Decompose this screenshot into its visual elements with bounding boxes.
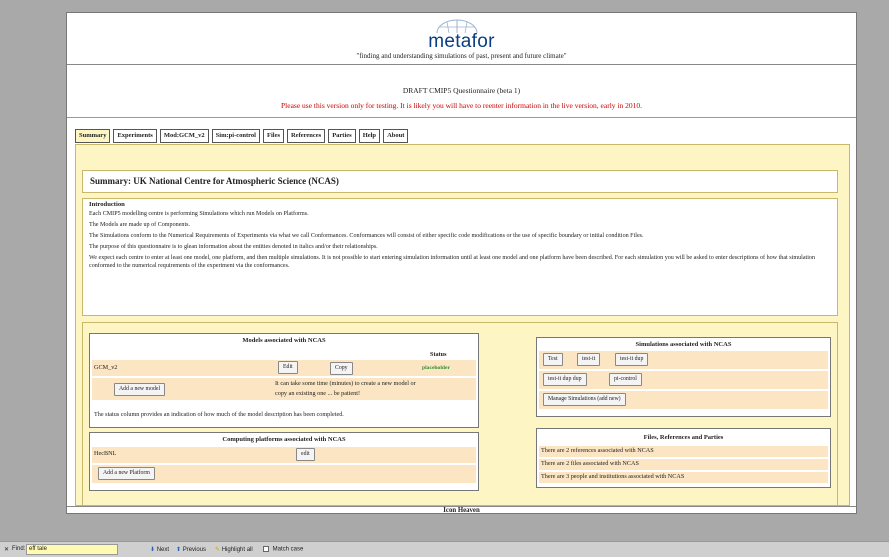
- list-item: There are 2 references associated with N…: [539, 446, 828, 457]
- entities-section: Models associated with NCAS Status GCM_v…: [82, 322, 838, 506]
- logo-text: metafor: [428, 31, 495, 52]
- page-footer: Icon Heaven: [67, 506, 856, 515]
- platforms-title: Computing platforms associated with NCAS: [222, 436, 346, 443]
- status-column-header: Status: [430, 351, 447, 358]
- list-item: Manage Simulations (add new): [539, 391, 828, 409]
- intro-paragraph: The purpose of this questionnaire is to …: [89, 244, 378, 250]
- status-note: The status column provides an indication…: [94, 411, 344, 418]
- next-label: Next: [156, 547, 170, 553]
- page-container: metafor "finding and understanding simul…: [66, 12, 857, 514]
- draft-title: DRAFT CMIP5 Questionnaire (beta 1): [402, 86, 521, 95]
- summary-heading-box: Summary: UK National Centre for Atmosphe…: [82, 170, 838, 193]
- tab-parties[interactable]: Parties: [328, 129, 356, 143]
- match-case-checkbox[interactable]: Match case: [263, 546, 303, 553]
- add-platform-button[interactable]: Add a new Platform: [98, 467, 155, 480]
- list-item: There are 2 files associated with NCAS: [539, 459, 828, 470]
- files-refs-parties-box: Files, References and Parties There are …: [536, 428, 831, 488]
- close-find-icon[interactable]: ✕: [4, 546, 9, 553]
- tab-help[interactable]: Help: [358, 129, 381, 143]
- list-item: There are 3 people and institutions asso…: [539, 472, 828, 483]
- tab-bar: Summary Experiments Mod:GCM_v2 Sim:pi-co…: [75, 129, 409, 143]
- table-row: Add a new model It can take some time (m…: [92, 378, 476, 400]
- models-box: Models associated with NCAS Status GCM_v…: [89, 333, 479, 428]
- table-row: Add a new Platform: [92, 465, 476, 483]
- model-name[interactable]: GCM_v2: [94, 364, 117, 371]
- arrow-up-icon: ⬆: [176, 547, 182, 553]
- references-count-link[interactable]: There are 2 references associated with N…: [541, 447, 654, 454]
- wait-note: copy an existing one ... be patient!: [275, 390, 361, 397]
- highlight-label: Highlight all: [221, 547, 253, 553]
- simulation-test-it-dup-dup-button[interactable]: test-it dup dup: [543, 373, 587, 386]
- find-previous-button[interactable]: ⬆ Previous: [176, 546, 206, 553]
- simulation-test-it-dup-button[interactable]: test-it dup: [615, 353, 649, 366]
- add-model-button[interactable]: Add a new model: [114, 383, 166, 396]
- arrow-down-icon: ⬇: [150, 547, 156, 553]
- edit-model-button[interactable]: Edit: [278, 361, 298, 374]
- simulation-test-it-button[interactable]: test-it: [577, 353, 601, 366]
- site-header: metafor "finding and understanding simul…: [67, 13, 856, 65]
- table-row: GCM_v2 Edit Copy placeholder: [92, 360, 476, 376]
- simulation-test-button[interactable]: Test: [543, 353, 563, 366]
- checkbox-icon: [263, 546, 269, 552]
- status-badge: placeholder: [422, 365, 450, 371]
- highlight-icon: ✎: [215, 547, 221, 553]
- tab-references[interactable]: References: [286, 129, 326, 143]
- intro-paragraph: Each CMIP5 modelling centre is performin…: [89, 211, 309, 217]
- simulations-title: Simulations associated with NCAS: [635, 341, 732, 348]
- introduction-box: Introduction Each CMIP5 modelling centre…: [82, 198, 838, 316]
- table-row: HecBNL edit: [92, 447, 476, 463]
- tab-about[interactable]: About: [383, 129, 409, 143]
- find-bar: ✕ Find: eff tale ⬇ Next ⬆ Previous ✎ Hig…: [0, 541, 889, 557]
- intro-paragraph: The Models are made up of Components.: [89, 222, 191, 228]
- copy-model-button[interactable]: Copy: [330, 362, 353, 375]
- page-title: Summary: UK National Centre for Atmosphe…: [90, 176, 339, 186]
- platform-name[interactable]: HecBNL: [94, 450, 116, 457]
- tab-summary[interactable]: Summary: [75, 129, 111, 143]
- list-item: test-it dup dup pi-control: [539, 371, 828, 389]
- tab-simulation[interactable]: Sim:pi-control: [211, 129, 260, 143]
- match-case-label: Match case: [272, 546, 304, 553]
- find-next-button[interactable]: ⬇ Next: [150, 546, 169, 553]
- tab-files[interactable]: Files: [262, 129, 284, 143]
- wait-note: It can take some time (minutes) to creat…: [275, 380, 416, 387]
- manage-simulations-button[interactable]: Manage Simulations (add new): [543, 393, 626, 406]
- files-count-link[interactable]: There are 2 files associated with NCAS: [541, 460, 639, 467]
- models-title: Models associated with NCAS: [242, 337, 326, 344]
- previous-label: Previous: [182, 547, 207, 553]
- files-title: Files, References and Parties: [643, 434, 724, 441]
- find-input[interactable]: eff tale: [26, 544, 118, 555]
- tab-experiments[interactable]: Experiments: [113, 129, 157, 143]
- testing-warning: Please use this version only for testing…: [281, 101, 642, 110]
- simulations-box: Simulations associated with NCAS Test te…: [536, 337, 831, 417]
- divider: [67, 117, 856, 118]
- tab-model[interactable]: Mod:GCM_v2: [159, 129, 209, 143]
- simulation-pi-control-button[interactable]: pi-control: [609, 373, 642, 386]
- tagline: "finding and understanding simulations o…: [356, 52, 567, 60]
- list-item: Test test-it test-it dup: [539, 351, 828, 369]
- edit-platform-button[interactable]: edit: [296, 448, 315, 461]
- intro-paragraph: The Simulations conform to the Numerical…: [89, 233, 644, 239]
- parties-count-link[interactable]: There are 3 people and institutions asso…: [541, 473, 684, 480]
- platforms-box: Computing platforms associated with NCAS…: [89, 432, 479, 491]
- find-label: Find:: [12, 546, 26, 552]
- intro-heading: Introduction: [89, 201, 125, 208]
- summary-panel: Summary: UK National Centre for Atmosphe…: [75, 144, 850, 506]
- highlight-all-button[interactable]: ✎ Highlight all: [215, 546, 253, 553]
- intro-paragraph: We expect each centre to enter at least …: [89, 255, 816, 269]
